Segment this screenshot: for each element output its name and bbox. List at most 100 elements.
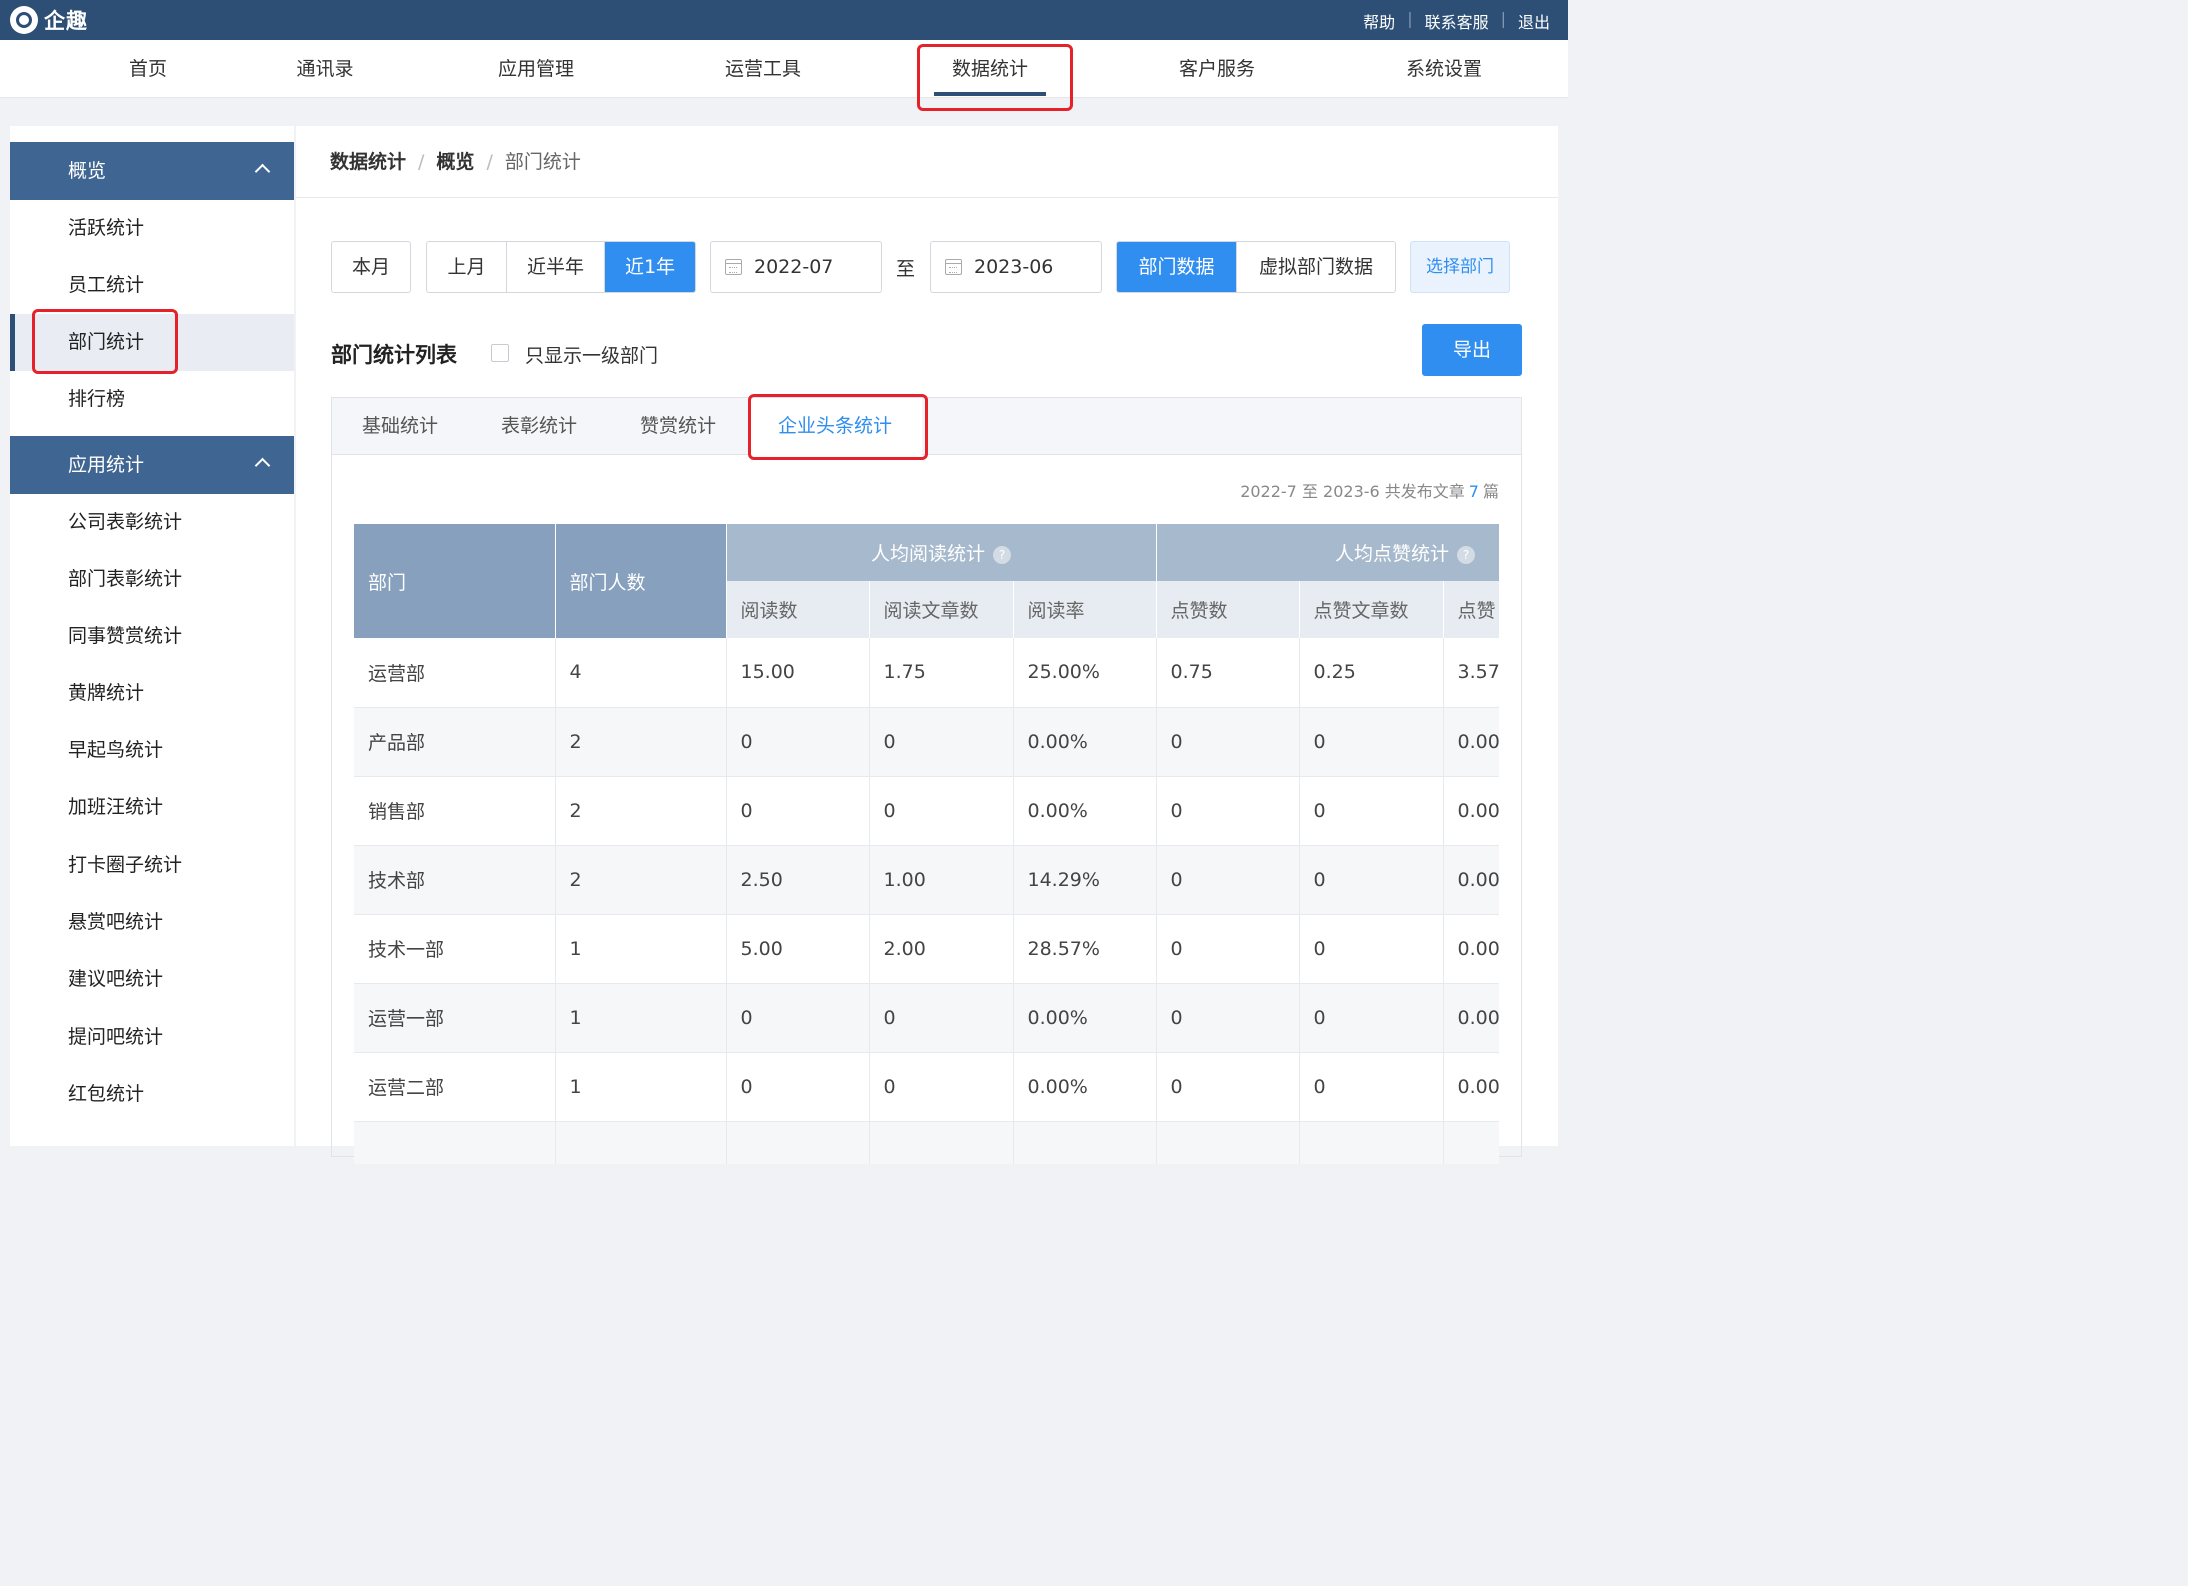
table-cell: 0 xyxy=(869,776,1014,846)
list-title: 部门统计列表 xyxy=(331,343,457,367)
sidebar-item-suggestion[interactable]: 建议吧统计 xyxy=(10,951,294,1008)
table-cell: 0.00% xyxy=(1013,776,1157,846)
export-button[interactable]: 导出 xyxy=(1422,324,1522,376)
nav-data-statistics[interactable]: 数据统计 xyxy=(934,40,1046,98)
tab-headline-stats[interactable]: 企业头条统计 xyxy=(748,398,923,456)
sidebar-item-bounty[interactable]: 悬赏吧统计 xyxy=(10,894,294,951)
nav-operation-tools[interactable]: 运营工具 xyxy=(717,40,809,98)
breadcrumb-item[interactable]: 数据统计 xyxy=(330,151,406,173)
table-cell: 2.50 xyxy=(726,845,870,915)
table-cell: 0 xyxy=(869,707,1014,777)
table-cell: 5.00 xyxy=(726,914,870,984)
logo-icon xyxy=(10,6,38,34)
breadcrumb-item[interactable]: 概览 xyxy=(436,151,474,173)
tab-appreciation-stats[interactable]: 赞赏统计 xyxy=(640,398,716,455)
top-bar: 企趣 帮助 | 联系客服 | 退出 xyxy=(0,0,1568,40)
sidebar-item-checkin-circle[interactable]: 打卡圈子统计 xyxy=(10,837,294,894)
stats-table: 部门 部门人数 人均阅读统计? 人均点赞统计? 阅读数 阅读文章数 阅读率 点赞… xyxy=(354,524,1499,1164)
sidebar-item-company-praise[interactable]: 公司表彰统计 xyxy=(10,494,294,551)
table-cell xyxy=(555,1121,727,1164)
select-department-button[interactable]: 选择部门 xyxy=(1410,241,1510,293)
only-level1-checkbox[interactable] xyxy=(491,344,509,362)
table-row: 技术部 2 2.50 1.00 14.29% 0 0 0.00 xyxy=(354,845,1499,915)
table-cell: 0 xyxy=(869,1052,1014,1122)
table-row: 技术一部 1 5.00 2.00 28.57% 0 0 0.00 xyxy=(354,914,1499,984)
table-cell: 0 xyxy=(1156,914,1300,984)
sidebar-item-early-bird[interactable]: 早起鸟统计 xyxy=(10,722,294,779)
sidebar-item-yellow-card[interactable]: 黄牌统计 xyxy=(10,665,294,722)
department-data-button[interactable]: 部门数据 xyxy=(1117,242,1237,292)
date-range-to-label: 至 xyxy=(896,258,916,280)
sidebar-group-overview[interactable]: 概览 xyxy=(10,142,294,200)
half-year-button[interactable]: 近半年 xyxy=(507,242,605,292)
sidebar-group-app-stats[interactable]: 应用统计 xyxy=(10,436,294,494)
sidebar-item-active-stats[interactable]: 活跃统计 xyxy=(10,200,294,257)
contact-support-link[interactable]: 联系客服 xyxy=(1425,9,1489,33)
col-header-read-articles: 阅读文章数 xyxy=(869,581,1014,638)
table-cell: 1 xyxy=(555,914,727,984)
main-nav: 首页 通讯录 应用管理 运营工具 数据统计 客户服务 系统设置 xyxy=(0,40,1568,98)
nav-system-settings[interactable]: 系统设置 xyxy=(1398,40,1490,98)
table-cell: 4 xyxy=(555,638,727,708)
table-cell: 2.00 xyxy=(869,914,1014,984)
article-count: 7 xyxy=(1468,482,1479,501)
sidebar-item-colleague-appreciation[interactable]: 同事赞赏统计 xyxy=(10,608,294,665)
summary-suffix: 篇 xyxy=(1482,482,1499,501)
breadcrumb-separator: / xyxy=(486,151,493,173)
table-cell: 0 xyxy=(1156,707,1300,777)
table-cell: 0.00 xyxy=(1443,983,1499,1053)
end-date-value: 2023-06 xyxy=(974,256,1054,278)
help-icon[interactable]: ? xyxy=(1457,545,1476,564)
table-cell xyxy=(1013,1121,1157,1164)
table-cell: 2 xyxy=(555,776,727,846)
table-row xyxy=(354,1121,1499,1164)
nav-home[interactable]: 首页 xyxy=(118,40,178,98)
col-header-reads: 阅读数 xyxy=(726,581,870,638)
table-cell: 1 xyxy=(555,983,727,1053)
help-link[interactable]: 帮助 xyxy=(1363,9,1395,33)
separator: | xyxy=(1500,9,1506,28)
chevron-up-icon xyxy=(254,457,271,474)
sidebar-item-red-packet[interactable]: 红包统计 xyxy=(10,1066,294,1123)
last-month-button[interactable]: 上月 xyxy=(427,242,507,292)
stats-table-wrapper[interactable]: 部门 部门人数 人均阅读统计? 人均点赞统计? 阅读数 阅读文章数 阅读率 点赞… xyxy=(354,524,1499,1164)
sidebar-item-employee-stats[interactable]: 员工统计 xyxy=(10,257,294,314)
calendar-icon xyxy=(945,259,962,275)
table-cell: 0 xyxy=(1299,983,1444,1053)
table-cell: 0 xyxy=(1156,776,1300,846)
tab-praise-stats[interactable]: 表彰统计 xyxy=(501,398,577,455)
nav-app-management[interactable]: 应用管理 xyxy=(490,40,582,98)
table-row: 运营二部 1 0 0 0.00% 0 0 0.00 xyxy=(354,1052,1499,1122)
sidebar-item-leaderboard[interactable]: 排行榜 xyxy=(10,371,294,428)
table-cell: 0 xyxy=(1299,707,1444,777)
table-row: 销售部 2 0 0 0.00% 0 0 0.00 xyxy=(354,776,1499,846)
this-month-button[interactable]: 本月 xyxy=(331,241,411,293)
sidebar-item-dept-praise[interactable]: 部门表彰统计 xyxy=(10,551,294,608)
tab-basic-stats[interactable]: 基础统计 xyxy=(362,398,438,455)
sidebar-item-department-stats[interactable]: 部门统计 xyxy=(10,314,294,371)
nav-contacts[interactable]: 通讯录 xyxy=(290,40,360,98)
one-year-button[interactable]: 近1年 xyxy=(605,242,695,292)
sidebar-item-overtime[interactable]: 加班汪统计 xyxy=(10,779,294,836)
col-header-liked-articles: 点赞文章数 xyxy=(1299,581,1444,638)
table-cell: 0 xyxy=(869,983,1014,1053)
table-cell: 产品部 xyxy=(354,707,556,777)
table-cell: 技术一部 xyxy=(354,914,556,984)
logout-link[interactable]: 退出 xyxy=(1518,9,1550,33)
table-cell xyxy=(1299,1121,1444,1164)
help-icon[interactable]: ? xyxy=(993,545,1012,564)
sidebar-item-question[interactable]: 提问吧统计 xyxy=(10,1009,294,1066)
article-summary: 2022-7 至 2023-6 共发布文章 7 篇 xyxy=(1240,478,1499,502)
group-header-like: 人均点赞统计? xyxy=(1156,524,1499,581)
end-date-input[interactable]: 2023-06 xyxy=(930,241,1102,293)
logo[interactable]: 企趣 xyxy=(10,5,88,35)
tab-bar: 基础统计 表彰统计 赞赏统计 企业头条统计 xyxy=(332,398,1521,456)
nav-customer-service[interactable]: 客户服务 xyxy=(1171,40,1263,98)
start-date-input[interactable]: 2022-07 xyxy=(710,241,882,293)
table-cell: 0.00% xyxy=(1013,1052,1157,1122)
group-header-label: 人均点赞统计 xyxy=(1335,543,1450,565)
table-cell: 0 xyxy=(1299,914,1444,984)
content-panel: 数据统计 / 概览 / 部门统计 本月 上月 近半年 近1年 2022-07 至 202… xyxy=(296,126,1558,1164)
only-level1-label[interactable]: 只显示一级部门 xyxy=(525,341,658,368)
virtual-department-data-button[interactable]: 虚拟部门数据 xyxy=(1237,242,1395,292)
